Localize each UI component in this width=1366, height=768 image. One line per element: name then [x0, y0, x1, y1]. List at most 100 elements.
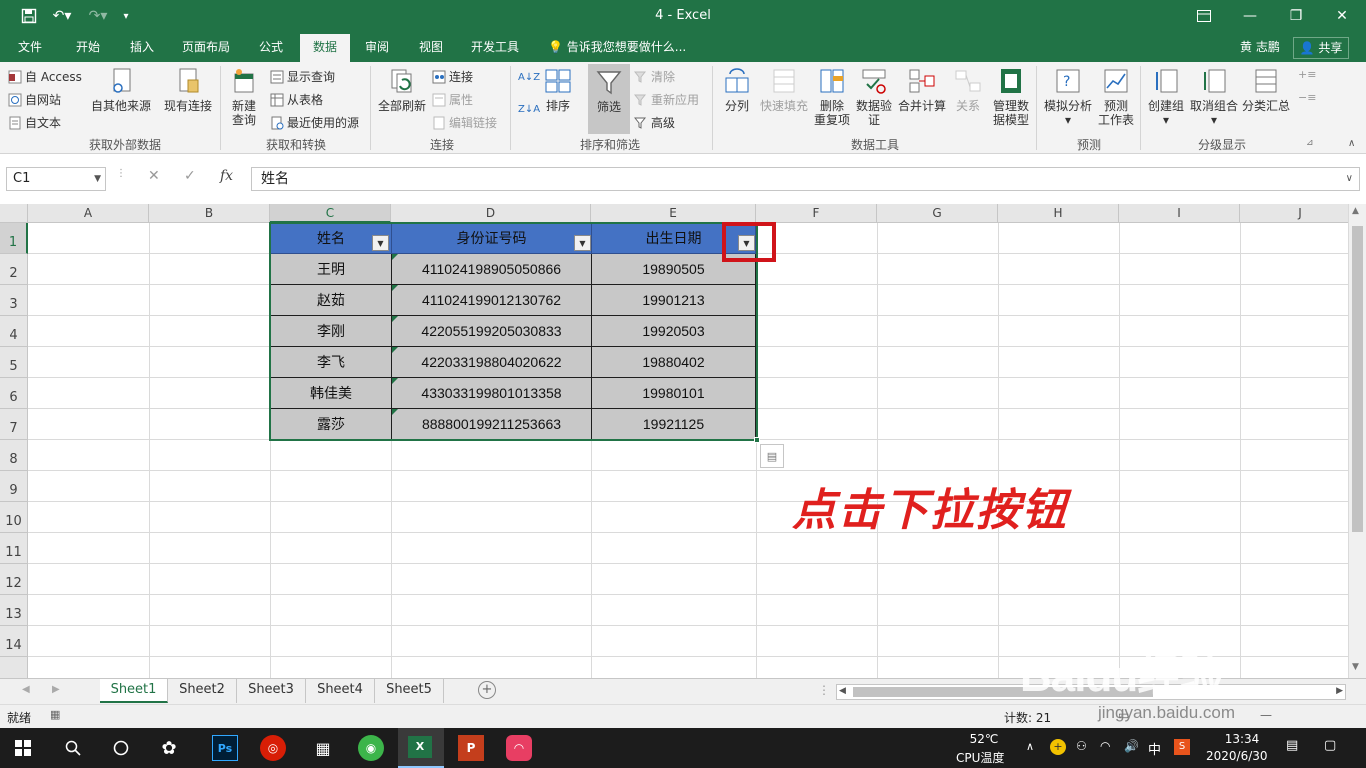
row-header-1[interactable]: 1 — [0, 223, 28, 254]
reapply-button[interactable]: 重新应用 — [634, 91, 699, 108]
scroll-tabs-left-icon[interactable]: ◀ — [22, 684, 30, 695]
excel-taskbar-button[interactable]: X — [398, 728, 444, 768]
formula-input[interactable]: 姓名 ∨ — [251, 167, 1360, 191]
recent-sources-button[interactable]: 最近使用的源 — [270, 114, 359, 131]
row-header-7[interactable]: 7 — [0, 409, 28, 440]
sort-descending-icon[interactable]: Z↓A — [518, 104, 540, 115]
filter-dropdown-name[interactable]: ▼ — [372, 235, 389, 251]
what-if-analysis-button[interactable]: ? 模拟分析 ▾ — [1040, 66, 1096, 127]
user-name[interactable]: 黄 志鹏 — [1240, 34, 1280, 60]
manage-data-model-button[interactable]: 管理数 据模型 — [988, 66, 1034, 127]
sheet-tab-4[interactable]: Sheet4 — [306, 679, 375, 703]
restore-icon[interactable]: ❐ — [1274, 4, 1318, 28]
quick-analysis-icon[interactable]: ▤ — [760, 444, 784, 468]
edit-links-button[interactable]: 编辑链接 — [432, 114, 497, 131]
tab-formulas[interactable]: 公式 — [248, 34, 294, 62]
calculator-icon[interactable]: ▦ — [310, 735, 336, 761]
table-cell[interactable]: 888800199211253663 — [392, 409, 592, 440]
table-cell[interactable]: 李刚 — [271, 316, 392, 347]
table-cell[interactable]: 王明 — [271, 254, 392, 285]
row-header-9[interactable]: 9 — [0, 471, 28, 502]
powerpoint-icon[interactable]: P — [458, 735, 484, 761]
macro-record-icon[interactable]: ▦ — [50, 708, 60, 721]
table-cell[interactable]: 19901213 — [592, 285, 756, 316]
flash-fill-button[interactable]: 快速填充 — [758, 66, 810, 113]
forecast-sheet-button[interactable]: 预测 工作表 — [1096, 66, 1136, 127]
column-header-f[interactable]: F — [756, 204, 877, 223]
collapse-ribbon-icon[interactable]: ∧ — [1348, 138, 1355, 149]
row-header-3[interactable]: 3 — [0, 285, 28, 316]
tray-app-icon[interactable]: + — [1050, 739, 1066, 755]
consolidate-button[interactable]: 合并计算 — [896, 66, 948, 113]
row-header-10[interactable]: 10 — [0, 502, 28, 533]
clear-filter-button[interactable]: 清除 — [634, 68, 675, 85]
connections-button[interactable]: 连接 — [432, 68, 473, 85]
notification-count-icon[interactable]: ▤ — [1286, 738, 1298, 753]
show-detail-icon[interactable]: +≡ — [1298, 68, 1316, 81]
worksheet-grid[interactable]: A B C D E F G H I J 1 2 3 4 5 6 7 8 9 10… — [0, 204, 1348, 678]
row-header-4[interactable]: 4 — [0, 316, 28, 347]
show-hidden-icons[interactable]: ∧ — [1026, 740, 1034, 753]
wifi-icon[interactable]: ◠ — [1100, 739, 1110, 753]
name-box[interactable]: C1 ▼ — [6, 167, 106, 191]
row-header-5[interactable]: 5 — [0, 347, 28, 378]
music-app-icon[interactable]: ◎ — [260, 735, 286, 761]
column-header-h[interactable]: H — [998, 204, 1119, 223]
table-header-id[interactable]: 身份证号码 — [392, 223, 592, 254]
row-header-11[interactable]: 11 — [0, 533, 28, 564]
table-cell[interactable]: 19921125 — [592, 409, 756, 440]
add-sheet-icon[interactable]: + — [478, 681, 496, 699]
table-cell[interactable]: 19880402 — [592, 347, 756, 378]
task-view-icon[interactable] — [108, 735, 134, 761]
table-cell[interactable]: 433033199801013358 — [392, 378, 592, 409]
scroll-right-icon[interactable]: ▶ — [1336, 686, 1343, 696]
tab-view[interactable]: 视图 — [408, 34, 454, 62]
show-queries-button[interactable]: 显示查询 — [270, 68, 335, 85]
sogou-ime-icon[interactable]: S — [1174, 739, 1190, 755]
tray-network-icon[interactable]: ⚇ — [1076, 739, 1087, 753]
from-web-button[interactable]: 自网站 — [8, 91, 61, 108]
scroll-up-icon[interactable]: ▲ — [1352, 206, 1359, 216]
sheet-tab-2[interactable]: Sheet2 — [168, 679, 237, 703]
table-cell[interactable]: 19920503 — [592, 316, 756, 347]
from-text-button[interactable]: 自文本 — [8, 114, 61, 131]
sheet-tab-3[interactable]: Sheet3 — [237, 679, 306, 703]
sheet-tab-5[interactable]: Sheet5 — [375, 679, 444, 703]
properties-button[interactable]: 属性 — [432, 91, 473, 108]
tab-home[interactable]: 开始 — [64, 34, 112, 62]
sort-ascending-icon[interactable]: A↓Z — [518, 72, 540, 83]
scroll-down-icon[interactable]: ▼ — [1352, 662, 1359, 672]
table-cell[interactable]: 赵茹 — [271, 285, 392, 316]
row-header-13[interactable]: 13 — [0, 595, 28, 626]
fill-handle[interactable] — [754, 437, 760, 443]
table-cell[interactable]: 韩佳美 — [271, 378, 392, 409]
tab-insert[interactable]: 插入 — [118, 34, 166, 62]
ribbon-display-icon[interactable] — [1182, 4, 1226, 28]
from-other-sources-button[interactable]: 自其他来源 — [90, 66, 152, 113]
close-icon[interactable]: ✕ — [1320, 4, 1364, 28]
tab-file[interactable]: 文件 — [8, 34, 52, 62]
share-button[interactable]: 👤 共享 — [1293, 37, 1349, 59]
table-cell[interactable]: 露莎 — [271, 409, 392, 440]
row-header-14[interactable]: 14 — [0, 626, 28, 657]
filter-button[interactable]: 筛选 — [588, 64, 630, 134]
row-header-12[interactable]: 12 — [0, 564, 28, 595]
subtotal-button[interactable]: 分类汇总 — [1240, 66, 1292, 113]
text-to-columns-button[interactable]: 分列 — [718, 66, 756, 113]
photoshop-icon[interactable]: Ps — [212, 735, 238, 761]
table-cell[interactable]: 411024199012130762 — [392, 285, 592, 316]
volume-icon[interactable]: 🔊 — [1124, 739, 1139, 753]
row-header-6[interactable]: 6 — [0, 378, 28, 409]
cancel-entry-icon[interactable]: ✕ — [148, 168, 160, 184]
tab-review[interactable]: 审阅 — [354, 34, 400, 62]
scroll-tabs-right-icon[interactable]: ▶ — [52, 684, 60, 695]
sheet-tab-1[interactable]: Sheet1 — [100, 679, 168, 703]
tab-page-layout[interactable]: 页面布局 — [172, 34, 240, 62]
table-cell[interactable]: 422055199205030833 — [392, 316, 592, 347]
sort-button[interactable]: 排序 — [540, 66, 576, 113]
tell-me-box[interactable]: 💡 告诉我您想要做什么... — [548, 34, 686, 60]
table-cell[interactable]: 李飞 — [271, 347, 392, 378]
column-header-e[interactable]: E — [591, 204, 756, 223]
existing-connections-button[interactable]: 现有连接 — [160, 66, 216, 113]
insert-function-icon[interactable]: fx — [220, 168, 233, 184]
